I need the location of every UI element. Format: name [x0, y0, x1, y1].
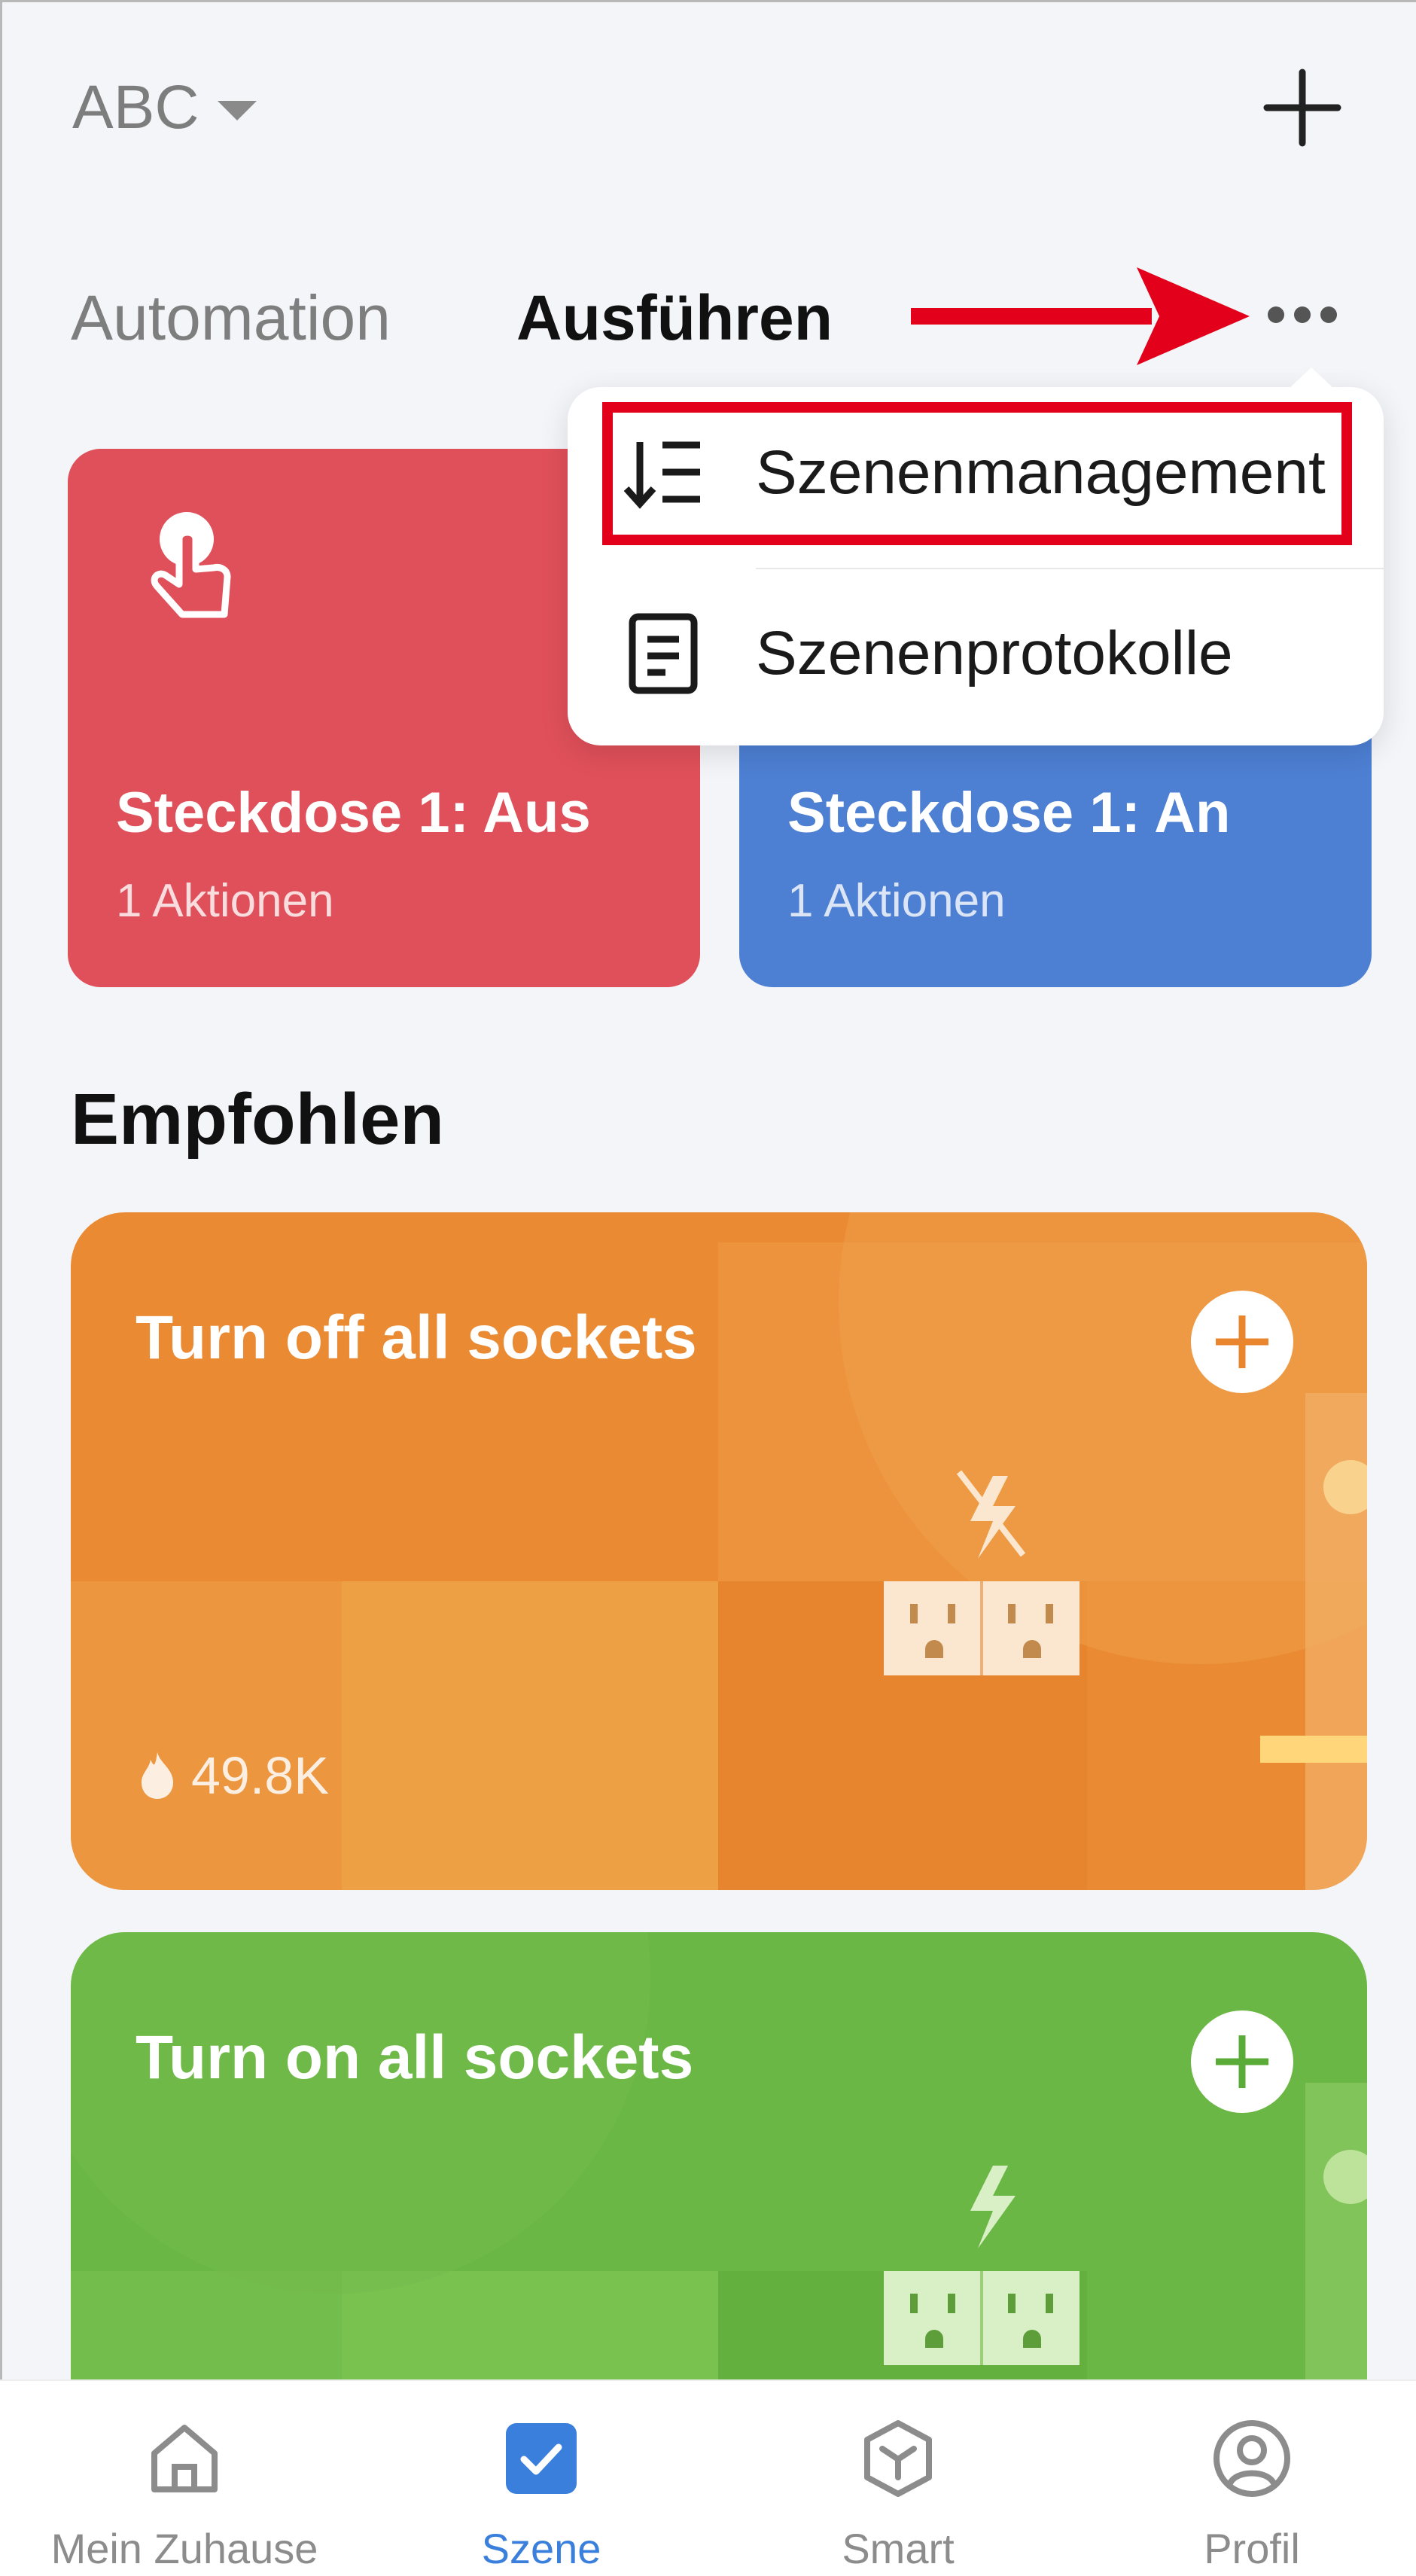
home-name: ABC [72, 73, 199, 142]
more-options-menu: Szenenmanagement Szenenprotokolle [568, 367, 1384, 745]
nav-label: Szene [481, 2525, 601, 2572]
tap-hand-icon [151, 512, 231, 618]
nav-label: Mein Zuhause [50, 2525, 318, 2572]
menu-divider [756, 568, 1384, 569]
scene-title: Steckdose 1: An [787, 781, 1231, 845]
popularity-count-value: 49.8K [191, 1746, 329, 1805]
tab-automation[interactable]: Automation [71, 280, 391, 355]
add-circle-icon[interactable] [1191, 1291, 1293, 1393]
bottom-nav: Mein Zuhause Szene Smart Profil [0, 2379, 1416, 2576]
scene-check-icon [506, 2423, 577, 2494]
nav-label: Profil [1204, 2525, 1300, 2572]
recommended-card-off[interactable]: Turn off all sockets 49.8K [71, 1212, 1367, 1890]
tab-ausfuehren[interactable]: Ausführen [516, 280, 833, 355]
home-selector[interactable]: ABC [72, 72, 257, 143]
nav-item-home[interactable]: Mein Zuhause [8, 2381, 361, 2576]
recommended-title: Turn on all sockets [136, 2023, 694, 2092]
flame-icon [142, 1752, 173, 1799]
profile-icon [1213, 2420, 1290, 2497]
scene-subtitle: 1 Aktionen [116, 875, 334, 927]
annotation-arrow [911, 267, 1250, 365]
menu-item-scene-management[interactable]: Szenenmanagement [568, 398, 1384, 548]
popularity-count: 49.8K [137, 1745, 329, 1806]
menu-item-scene-logs[interactable]: Szenenprotokolle [568, 578, 1384, 729]
nav-item-profile[interactable]: Profil [1075, 2381, 1416, 2576]
caret-down-icon [217, 101, 257, 120]
scene-title: Steckdose 1: Aus [116, 781, 591, 845]
add-circle-icon[interactable] [1191, 2010, 1293, 2113]
more-options-icon[interactable] [1257, 285, 1347, 345]
scene-subtitle: 1 Aktionen [787, 875, 1006, 927]
menu-item-label: Szenenprotokolle [756, 619, 1233, 687]
recommended-title: Turn off all sockets [136, 1303, 697, 1372]
home-icon [151, 2425, 218, 2492]
sort-list-icon [623, 441, 700, 509]
add-icon[interactable] [1261, 66, 1344, 149]
menu-item-label: Szenenmanagement [756, 438, 1326, 507]
smart-cube-icon [864, 2420, 932, 2497]
section-title-recommended: Empfohlen [71, 1079, 444, 1160]
nav-item-scene[interactable]: Szene [364, 2381, 718, 2576]
nav-label: Smart [842, 2525, 955, 2572]
document-icon [629, 613, 698, 694]
nav-item-smart[interactable]: Smart [721, 2381, 1075, 2576]
